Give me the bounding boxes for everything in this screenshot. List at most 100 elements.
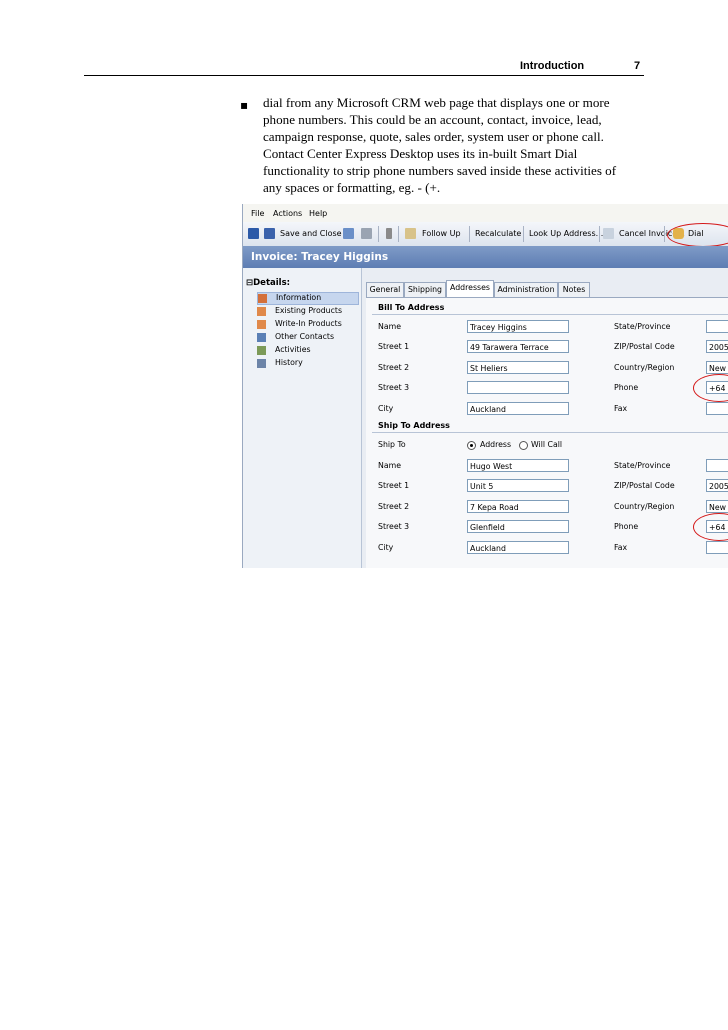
- product-icon: [257, 307, 266, 316]
- bill-street1-field[interactable]: 49 Tarawera Terrace: [467, 340, 569, 353]
- nav-item-label: Activities: [275, 345, 311, 354]
- ship-city-label: City: [378, 543, 394, 552]
- crm-invoice-screenshot: File Actions Help Save and Close Follow …: [242, 204, 728, 568]
- nav-heading: ⊟Details:: [246, 278, 291, 288]
- look-up-address-button[interactable]: Look Up Address...: [529, 229, 603, 238]
- activities-icon: [257, 346, 266, 355]
- nav-item-label: Other Contacts: [275, 332, 335, 341]
- will-call-radio-label: Will Call: [531, 440, 563, 449]
- ship-state-field[interactable]: [706, 459, 728, 472]
- highlight-circle: [693, 374, 728, 402]
- ship-zip-field[interactable]: 2005: [706, 479, 728, 492]
- header-rule: [84, 75, 644, 76]
- follow-up-icon: [405, 228, 416, 239]
- save-icon[interactable]: [248, 228, 259, 239]
- bill-state-label: State/Province: [614, 322, 671, 331]
- form-title: Invoice: Tracey Higgins: [251, 251, 389, 263]
- toolbar-separator: [398, 226, 399, 242]
- bill-country-label: Country/Region: [614, 363, 675, 372]
- nav-item-label: Information: [276, 293, 322, 302]
- paragraph-line: phone numbers. This could be an account,…: [263, 112, 602, 127]
- toolbar-separator: [378, 226, 379, 242]
- ship-street3-field[interactable]: Glenfield: [467, 520, 569, 533]
- recalculate-button[interactable]: Recalculate: [475, 229, 521, 238]
- bill-city-field[interactable]: Auckland: [467, 402, 569, 415]
- toolbar-separator: [664, 226, 665, 242]
- form-title-bar: Invoice: Tracey Higgins: [243, 246, 728, 268]
- ship-to-label: Ship To: [378, 440, 406, 449]
- bill-fax-field[interactable]: [706, 402, 728, 415]
- nav-item-information[interactable]: Information: [257, 292, 359, 305]
- bill-name-field[interactable]: Tracey Higgins: [467, 320, 569, 333]
- form-main: General Shipping Addresses Administratio…: [362, 268, 728, 568]
- nav-item-existing-products[interactable]: Existing Products: [257, 306, 357, 317]
- paragraph-line: Contact Center Express Desktop uses its …: [263, 146, 578, 161]
- bullet-marker: ▪: [240, 98, 249, 112]
- ship-street1-label: Street 1: [378, 481, 410, 490]
- document-icon: [258, 294, 267, 303]
- contacts-icon: [257, 333, 266, 342]
- follow-up-button[interactable]: Follow Up: [422, 229, 461, 238]
- addresses-panel: Bill To Address Name Tracey Higgins Stre…: [366, 297, 728, 568]
- address-radio[interactable]: [467, 441, 476, 450]
- ship-zip-label: ZIP/Postal Code: [614, 481, 675, 490]
- ship-fax-field[interactable]: [706, 541, 728, 554]
- print-icon[interactable]: [361, 228, 372, 239]
- save-and-close-button[interactable]: Save and Close: [280, 229, 342, 238]
- nav-item-history[interactable]: History: [257, 358, 357, 369]
- bill-zip-field[interactable]: 2005: [706, 340, 728, 353]
- page-number: 7: [634, 60, 641, 72]
- ship-name-field[interactable]: Hugo West: [467, 459, 569, 472]
- bill-city-label: City: [378, 404, 394, 413]
- nav-item-other-contacts[interactable]: Other Contacts: [257, 332, 357, 343]
- nav-item-activities[interactable]: Activities: [257, 345, 357, 356]
- ship-to-heading: Ship To Address: [378, 421, 450, 430]
- tab-administration[interactable]: Administration: [494, 282, 558, 297]
- ship-country-field[interactable]: New Z: [706, 500, 728, 513]
- highlight-circle: [693, 513, 728, 541]
- section-divider: [372, 314, 728, 315]
- tab-shipping[interactable]: Shipping: [404, 282, 446, 297]
- menu-help[interactable]: Help: [309, 209, 327, 218]
- ship-name-label: Name: [378, 461, 402, 470]
- tab-notes[interactable]: Notes: [558, 282, 590, 297]
- nav-item-label: Write-In Products: [275, 319, 342, 328]
- paragraph-line: functionality to strip phone numbers sav…: [263, 163, 617, 178]
- ship-city-field[interactable]: Auckland: [467, 541, 569, 554]
- attach-icon[interactable]: [386, 228, 392, 239]
- toolbar-separator: [469, 226, 470, 242]
- bill-state-field[interactable]: [706, 320, 728, 333]
- nav-item-label: Existing Products: [275, 306, 343, 315]
- bill-street3-field[interactable]: [467, 381, 569, 394]
- ship-street1-field[interactable]: Unit 5: [467, 479, 569, 492]
- paragraph-line: campaign response, quote, sales order, s…: [263, 129, 604, 144]
- bullet-paragraph: dial from any Microsoft CRM web page tha…: [263, 94, 638, 196]
- bill-country-field[interactable]: New Z: [706, 361, 728, 374]
- nav-item-write-in-products[interactable]: Write-In Products: [257, 319, 357, 330]
- ship-street2-label: Street 2: [378, 502, 410, 511]
- bill-street2-label: Street 2: [378, 363, 410, 372]
- ship-phone-label: Phone: [614, 522, 639, 531]
- ship-street2-field[interactable]: 7 Kepa Road: [467, 500, 569, 513]
- bill-to-heading: Bill To Address: [378, 303, 445, 312]
- bill-name-label: Name: [378, 322, 402, 331]
- ship-fax-label: Fax: [614, 543, 628, 552]
- tab-general[interactable]: General: [366, 282, 404, 297]
- will-call-radio[interactable]: [519, 441, 528, 450]
- toolbar-separator: [599, 226, 600, 242]
- nav-item-label: History: [275, 358, 303, 367]
- bill-street2-field[interactable]: St Heliers: [467, 361, 569, 374]
- running-header-section: Introduction: [520, 60, 585, 72]
- toolbar-separator: [523, 226, 524, 242]
- details-nav: ⊟Details: Information Existing Products …: [243, 268, 362, 568]
- menu-actions[interactable]: Actions: [273, 209, 302, 218]
- tab-addresses[interactable]: Addresses: [446, 280, 494, 298]
- new-record-icon[interactable]: [343, 228, 354, 239]
- paragraph-line: dial from any Microsoft CRM web page tha…: [263, 95, 610, 110]
- menu-file[interactable]: File: [251, 209, 264, 218]
- product-icon: [257, 320, 266, 329]
- ship-country-label: Country/Region: [614, 502, 675, 511]
- section-divider: [372, 432, 728, 433]
- ship-street3-label: Street 3: [378, 522, 410, 531]
- save-close-icon: [264, 228, 275, 239]
